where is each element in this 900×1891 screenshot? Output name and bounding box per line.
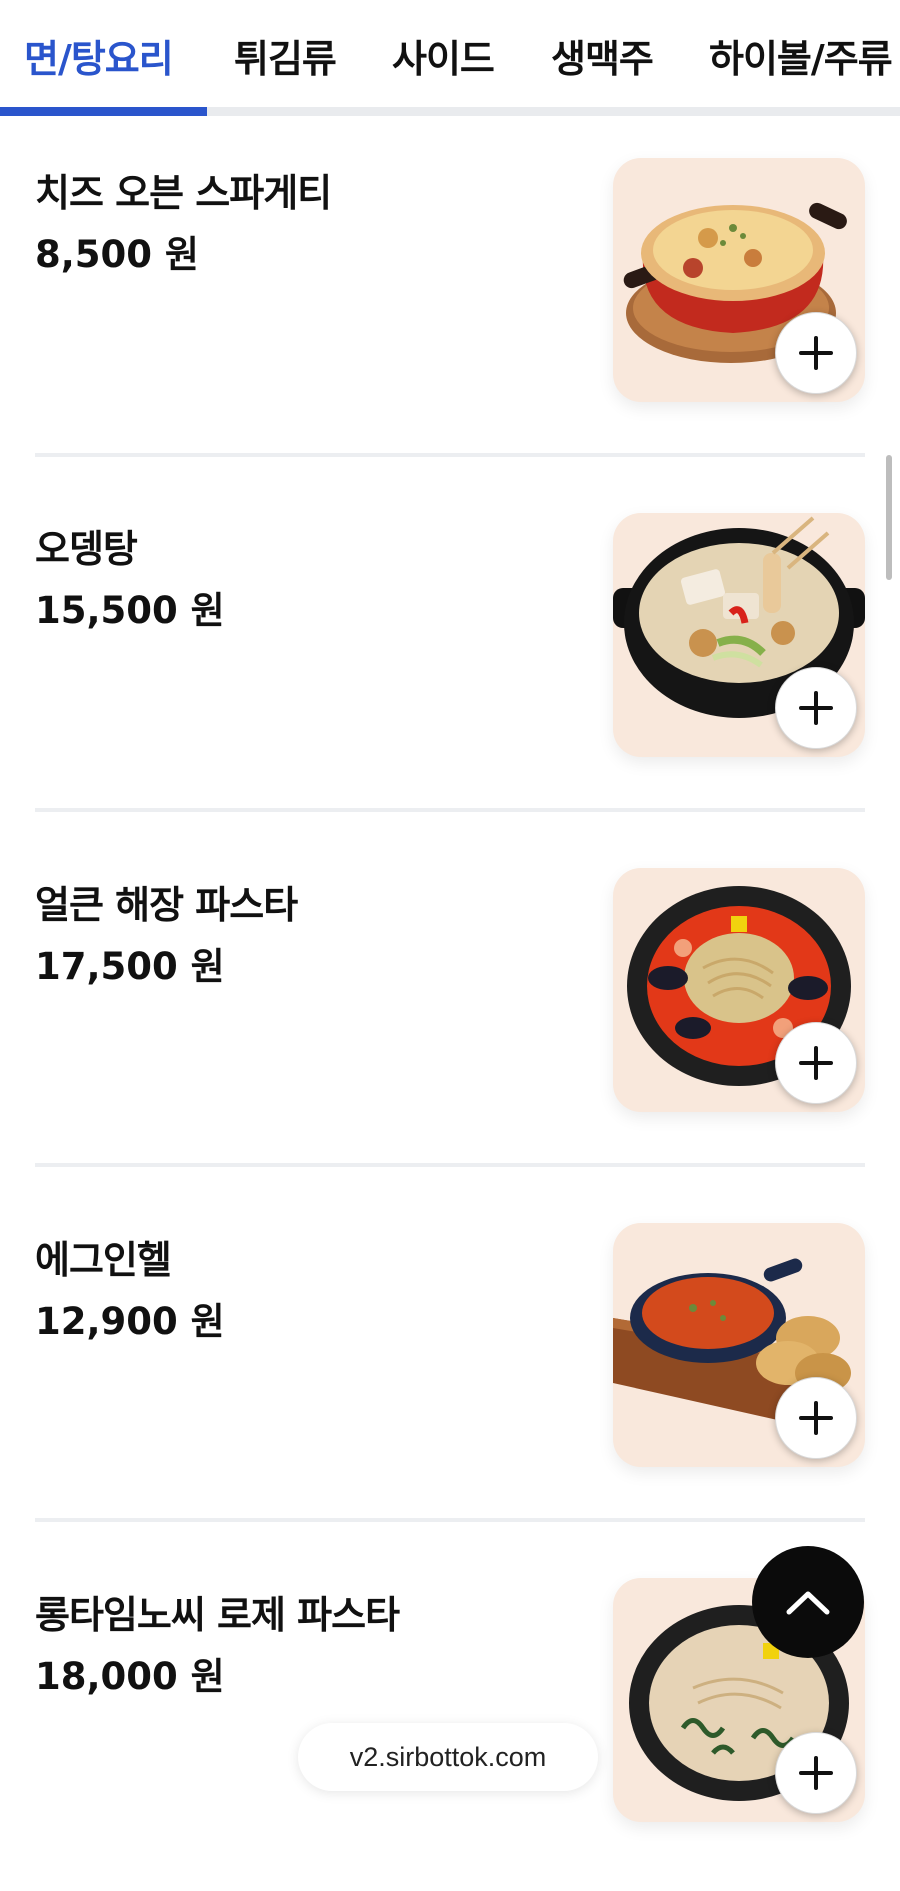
add-to-cart-button[interactable]	[775, 1022, 857, 1104]
menu-item-price: 12,900 원	[35, 1300, 225, 1343]
plus-icon	[799, 336, 833, 370]
menu-item[interactable]: 에그인헬 12,900 원	[0, 1181, 900, 1536]
egg-in-hell-image[interactable]	[613, 1223, 865, 1467]
plus-icon	[799, 1046, 833, 1080]
tab-draft-beer[interactable]: 생맥주	[551, 28, 654, 83]
plus-icon	[799, 1401, 833, 1435]
menu-item-name: 롱타임노씨 로제 파스타	[35, 1593, 400, 1637]
menu-item-price: 17,500 원	[35, 945, 225, 988]
menu-item-name: 얼큰 해장 파스타	[35, 883, 298, 927]
divider	[35, 1163, 865, 1167]
odeng-tang-image[interactable]	[613, 513, 865, 757]
cheese-oven-spaghetti-image[interactable]	[613, 158, 865, 402]
divider	[35, 808, 865, 812]
tab-noodle-soup[interactable]: 면/탕요리	[24, 28, 174, 83]
category-tab-bar: 면/탕요리 튀김류 사이드 생맥주 하이볼/주류	[0, 0, 900, 116]
scrollbar[interactable]	[886, 455, 892, 580]
add-to-cart-button[interactable]	[775, 667, 857, 749]
plus-icon	[799, 1756, 833, 1790]
menu-item-price: 8,500 원	[35, 233, 199, 276]
menu-item[interactable]: 오뎅탕 15,500 원	[0, 471, 900, 826]
menu-item[interactable]: 치즈 오븐 스파게티 8,500 원	[0, 116, 900, 471]
menu-item-name: 오뎅탕	[35, 527, 138, 571]
divider	[35, 1518, 865, 1522]
menu-item-price: 15,500 원	[35, 589, 225, 632]
menu-item-price: 18,000 원	[35, 1655, 225, 1698]
active-tab-indicator	[0, 107, 207, 116]
add-to-cart-button[interactable]	[775, 1377, 857, 1459]
plus-icon	[799, 691, 833, 725]
spicy-haejang-pasta-image[interactable]	[613, 868, 865, 1112]
chevron-up-icon	[786, 1591, 830, 1615]
divider	[35, 453, 865, 457]
add-to-cart-button[interactable]	[775, 312, 857, 394]
tab-fried[interactable]: 튀김류	[234, 28, 337, 83]
menu-item-name: 치즈 오븐 스파게티	[35, 171, 332, 215]
add-to-cart-button[interactable]	[775, 1732, 857, 1814]
scroll-to-top-button[interactable]	[752, 1546, 864, 1658]
tab-highball-liquor[interactable]: 하이볼/주류	[709, 28, 893, 83]
menu-item-name: 에그인헬	[35, 1238, 172, 1282]
browser-url-bar[interactable]: v2.sirbottok.com	[298, 1723, 598, 1791]
menu-item[interactable]: 얼큰 해장 파스타 17,500 원	[0, 826, 900, 1181]
tab-side[interactable]: 사이드	[392, 28, 495, 83]
